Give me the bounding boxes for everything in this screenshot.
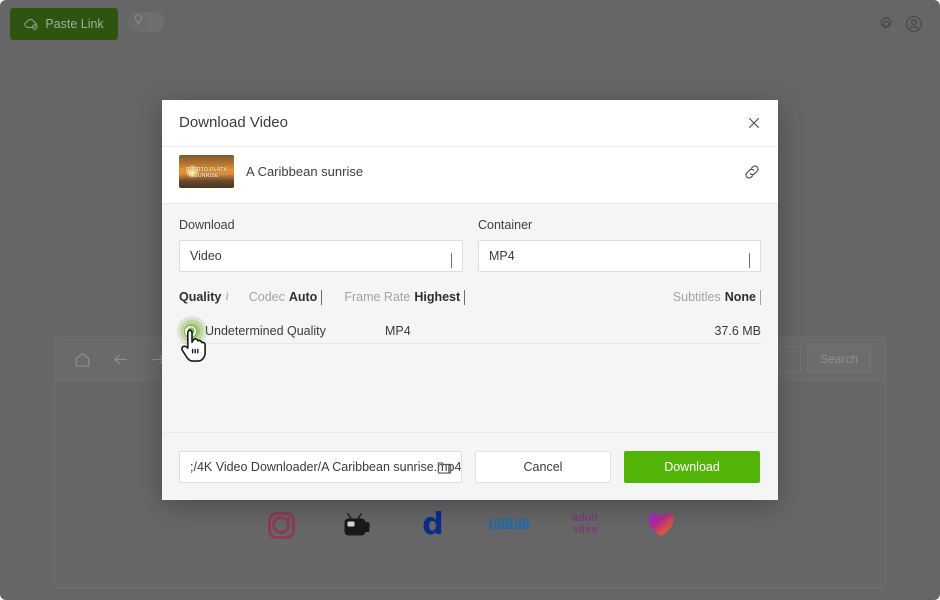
adult-sites-icon[interactable]: adult sites — [565, 505, 605, 545]
dailymotion-icon[interactable]: d — [413, 505, 453, 545]
service-shortcut-row: d bilibili adult sites — [55, 497, 886, 553]
container-field-label: Container — [478, 218, 761, 232]
download-button[interactable]: Download — [624, 451, 760, 483]
cancel-label: Cancel — [524, 460, 563, 474]
video-thumbnail: PUERTO PLATA SUNRISE — [179, 155, 234, 188]
download-button-label: Download — [664, 460, 720, 474]
container-value: MP4 — [489, 249, 515, 263]
chevron-down-icon — [760, 290, 761, 304]
user-circle-icon[interactable] — [905, 15, 923, 33]
adult-sites-label-line2: sites — [572, 525, 598, 537]
selects-row: Video MP4 — [179, 240, 761, 272]
cancel-button[interactable]: Cancel — [475, 451, 611, 483]
subtitles-label: Subtitles — [673, 290, 721, 304]
cloud-plus-icon — [24, 18, 39, 30]
frame-rate-label: Frame Rate — [344, 290, 410, 304]
frame-rate-value: Highest — [414, 290, 460, 304]
quality-name: Undetermined Quality — [205, 324, 385, 338]
frame-rate-dropdown[interactable]: Frame Rate Highest — [344, 290, 465, 304]
chevron-down-icon — [321, 290, 322, 304]
heart-icon[interactable] — [641, 505, 681, 545]
download-field-label: Download — [179, 218, 478, 232]
paste-link-button[interactable]: Paste Link — [10, 8, 118, 40]
toggle-knob — [128, 12, 148, 32]
quality-heading: Quality — [179, 290, 221, 304]
codec-dropdown[interactable]: Codec Auto — [249, 290, 323, 304]
download-type-select[interactable]: Video — [179, 240, 463, 272]
info-icon[interactable]: i — [225, 289, 228, 304]
container-select[interactable]: MP4 — [478, 240, 761, 272]
search-button[interactable]: Search — [807, 345, 871, 373]
modal-header: Download Video — [162, 100, 778, 147]
thumbnail-caption-line2: SUNRISE — [179, 173, 234, 179]
television-icon[interactable] — [337, 505, 377, 545]
field-labels-row: Download Container — [179, 218, 761, 232]
chevron-down-icon — [464, 290, 465, 304]
codec-label: Codec — [249, 290, 285, 304]
lightbulb-icon — [132, 13, 145, 31]
paste-link-label: Paste Link — [45, 17, 103, 31]
close-icon[interactable] — [745, 114, 763, 132]
instagram-icon[interactable] — [261, 505, 301, 545]
quality-options-row: Quality i Codec Auto Frame Rate Highest … — [179, 289, 761, 304]
table-row[interactable]: Undetermined Quality MP4 37.6 MB — [179, 318, 761, 344]
folder-icon[interactable] — [437, 460, 452, 474]
download-type-value: Video — [190, 249, 222, 263]
quality-radio-button[interactable] — [179, 318, 205, 344]
video-info-row: PUERTO PLATA SUNRISE A Caribbean sunrise — [162, 147, 778, 204]
top-bar: Paste Link — [0, 0, 940, 47]
chevron-down-icon — [451, 253, 452, 267]
home-icon[interactable] — [73, 350, 92, 369]
save-path-value: ;/4K Video Downloader/A Caribbean sunris… — [190, 460, 461, 474]
smart-mode-toggle[interactable] — [128, 12, 164, 32]
dailymotion-label: d — [422, 510, 443, 540]
chevron-down-icon — [749, 253, 750, 267]
subtitles-value: None — [725, 290, 756, 304]
bilibili-icon[interactable]: bilibili — [489, 505, 529, 545]
modal-footer: ;/4K Video Downloader/A Caribbean sunris… — [162, 432, 778, 500]
subtitles-dropdown[interactable]: Subtitles None — [673, 290, 761, 304]
quality-format: MP4 — [385, 324, 585, 338]
quality-size: 37.6 MB — [714, 324, 761, 338]
arrow-left-icon[interactable] — [111, 350, 130, 369]
save-path-input[interactable]: ;/4K Video Downloader/A Caribbean sunris… — [179, 451, 462, 483]
page-title: Download Video — [179, 114, 288, 131]
gear-icon[interactable] — [877, 15, 895, 33]
link-icon[interactable] — [743, 163, 761, 181]
download-video-modal: Download Video PUERTO PLATA SUNRISE A Ca… — [162, 100, 778, 500]
download-settings-area: Download Container Video MP4 Quality i C… — [162, 204, 778, 445]
bilibili-label: bilibili — [489, 516, 529, 534]
codec-value: Auto — [289, 290, 317, 304]
search-label: Search — [820, 352, 858, 366]
quality-list: Undetermined Quality MP4 37.6 MB — [179, 318, 761, 344]
video-title: A Caribbean sunrise — [246, 164, 363, 179]
